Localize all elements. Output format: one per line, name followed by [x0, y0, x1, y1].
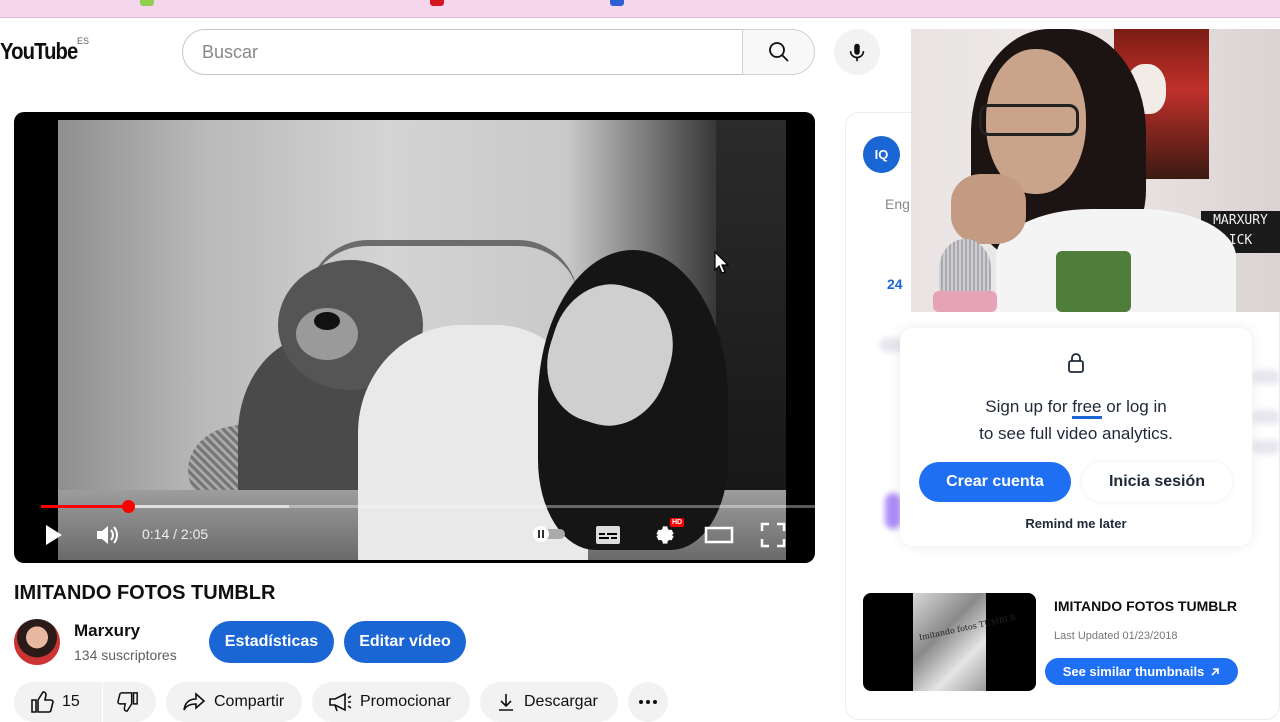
- like-button[interactable]: 15: [14, 682, 102, 722]
- search-button[interactable]: [742, 29, 815, 75]
- search-input[interactable]: Buscar: [182, 29, 744, 75]
- blurred-metric: [1252, 440, 1280, 454]
- video-scene-teddy-nose: [314, 312, 340, 330]
- promote-button[interactable]: Promocionar: [312, 682, 470, 722]
- blurred-metric: [1252, 370, 1280, 384]
- fullscreen-icon: [760, 522, 786, 548]
- theater-mode-button[interactable]: [703, 523, 735, 547]
- video-frame: [58, 120, 786, 560]
- microphone-icon: [849, 43, 865, 62]
- subtitles-icon: [596, 526, 620, 544]
- thumbs-down-icon: [117, 692, 138, 712]
- more-actions-button[interactable]: [628, 682, 668, 722]
- bookmark-icon[interactable]: [610, 0, 624, 6]
- search-icon: [768, 42, 789, 62]
- theater-icon: [704, 526, 734, 544]
- share-icon: [183, 692, 206, 711]
- blurred-metric: [1252, 410, 1280, 424]
- thumbnail-image: [913, 593, 986, 691]
- blurred-chart-bar: [885, 493, 901, 529]
- analytics-button[interactable]: Estadísticas: [209, 621, 334, 663]
- lock-icon: [1068, 353, 1084, 373]
- download-button[interactable]: Descargar: [480, 682, 618, 722]
- mouse-cursor-icon: [714, 251, 730, 274]
- tab-engagement[interactable]: Eng: [885, 196, 910, 212]
- create-account-button[interactable]: Crear cuenta: [919, 462, 1071, 502]
- tab-24-hours[interactable]: 24: [887, 276, 903, 292]
- subtitles-button[interactable]: [594, 522, 622, 548]
- signup-message-line2: to see full video analytics.: [979, 424, 1173, 443]
- share-label: Compartir: [214, 693, 285, 710]
- subscriber-count: 134 suscriptores: [74, 647, 177, 663]
- webcam-person-glasses: [979, 104, 1079, 136]
- country-code: ES: [77, 36, 90, 46]
- webcam-microphone-base: [933, 291, 997, 312]
- play-icon: [46, 525, 62, 545]
- thumbnail-video-title: IMITANDO FOTOS TUMBLR: [1054, 598, 1238, 614]
- see-similar-thumbnails-button[interactable]: See similar thumbnails: [1045, 658, 1238, 685]
- video-thumbnail[interactable]: Imitando fotos TUMBLR: [863, 593, 1036, 691]
- external-arrow-icon: [1211, 667, 1220, 676]
- download-icon: [499, 694, 513, 711]
- play-button[interactable]: [40, 522, 66, 548]
- channel-name[interactable]: Marxury: [74, 621, 140, 641]
- youtube-logo[interactable]: YouTube: [0, 38, 78, 65]
- progress-played: [41, 505, 128, 508]
- last-updated-label: Last Updated 01/23/2018: [1054, 630, 1178, 642]
- signup-message-line1: Sign up for free or log in: [900, 397, 1252, 419]
- login-button[interactable]: Inicia sesión: [1082, 462, 1232, 502]
- signup-free-link[interactable]: free: [1072, 397, 1102, 419]
- remind-later-link[interactable]: Remind me later: [900, 516, 1252, 531]
- fullscreen-button[interactable]: [759, 521, 787, 549]
- video-title: IMITANDO FOTOS TUMBLR: [14, 582, 276, 604]
- video-player[interactable]: 0:14 / 2:05 HD: [14, 112, 815, 563]
- extension-logo[interactable]: IQ: [863, 136, 900, 173]
- time-display: 0:14 / 2:05: [142, 526, 209, 542]
- browser-bookmarks-bar: [0, 0, 1280, 18]
- search-placeholder: Buscar: [202, 41, 259, 62]
- channel-avatar[interactable]: [14, 619, 60, 665]
- promote-label: Promocionar: [360, 693, 451, 710]
- bookmark-icon[interactable]: [430, 0, 444, 6]
- volume-icon: [97, 526, 118, 544]
- more-horizontal-icon: [639, 700, 657, 704]
- signup-suffix: or log in: [1101, 397, 1167, 416]
- bookmark-icon[interactable]: [140, 0, 154, 6]
- progress-bar[interactable]: [41, 500, 815, 513]
- progress-scrubber[interactable]: [121, 500, 135, 513]
- hd-badge: HD: [670, 518, 685, 527]
- webcam-person-hand: [951, 174, 1026, 244]
- thumbs-up-icon: [31, 691, 54, 713]
- megaphone-icon: [329, 692, 352, 712]
- webcam-microphone: [939, 239, 991, 299]
- webcam-shirt-print: [1056, 251, 1131, 312]
- edit-video-button[interactable]: Editar vídeo: [344, 621, 466, 663]
- dislike-button[interactable]: [103, 682, 156, 722]
- like-count: 15: [62, 693, 80, 710]
- see-similar-label: See similar thumbnails: [1062, 664, 1205, 679]
- autoplay-toggle[interactable]: [528, 524, 568, 544]
- volume-button[interactable]: [94, 522, 122, 548]
- download-label: Descargar: [524, 693, 598, 710]
- autoplay-icon: [533, 526, 565, 542]
- voice-search-button[interactable]: [834, 29, 880, 75]
- share-button[interactable]: Compartir: [166, 682, 302, 722]
- signup-prefix: Sign up for: [985, 397, 1073, 416]
- webcam-overlay: MARXURY ICK: [911, 29, 1280, 312]
